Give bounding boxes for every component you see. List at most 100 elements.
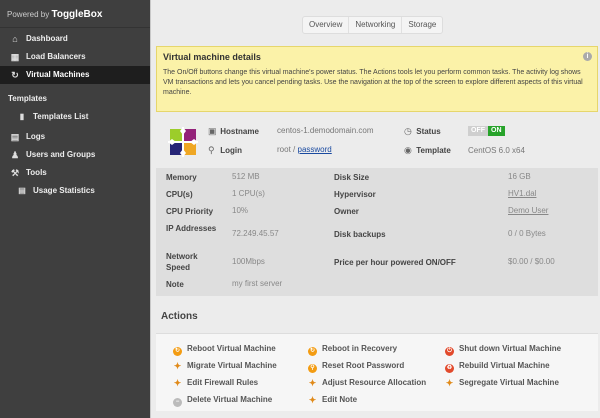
action-label: Delete Virtual Machine <box>187 395 273 404</box>
action-label: Rebuild Virtual Machine <box>459 361 550 370</box>
action-label: Reset Root Password <box>322 361 405 370</box>
disk-backups-label: Disk backups <box>334 230 386 239</box>
migrate-vm-action[interactable]: ✦ Migrate Virtual Machine <box>173 360 277 372</box>
hypervisor-link[interactable]: HV1.dal <box>508 189 536 198</box>
disk-size-label: Disk Size <box>334 173 370 182</box>
hostname-label: Hostname <box>220 127 259 136</box>
note-value: my first server <box>232 279 283 288</box>
hypervisor-label: Hypervisor <box>334 190 376 199</box>
brand: Powered by ToggleBox <box>0 0 150 28</box>
shutdown-vm-action[interactable]: ⏻ Shut down Virtual Machine <box>445 343 562 356</box>
actions-title: Actions <box>161 311 198 322</box>
delete-icon: − <box>173 398 182 407</box>
cpus-label: CPU(s) <box>166 190 193 199</box>
rebuild-vm-action[interactable]: ♻ Rebuild Virtual Machine <box>445 360 550 373</box>
tab-overview[interactable]: Overview <box>303 17 350 33</box>
disc-icon: ◉ <box>404 145 412 155</box>
sidebar-item-users-groups[interactable]: ♟ Users and Groups <box>0 146 150 164</box>
sidebar-item-label: Usage Statistics <box>33 186 95 195</box>
brand-logo-text: ToggleBox <box>51 9 103 20</box>
action-label: Reboot Virtual Machine <box>187 344 276 353</box>
login-label: Login <box>220 146 243 155</box>
action-label: Adjust Resource Allocation <box>322 378 427 387</box>
chart-icon: ▤ <box>18 186 26 195</box>
sidebar-item-templates-list[interactable]: ▮ Templates List <box>0 108 150 126</box>
hostname-value: centos-1.demodomain.com <box>277 126 374 135</box>
power-off-button[interactable]: OFF <box>468 126 488 136</box>
sidebar-item-label: Users and Groups <box>26 150 96 159</box>
reboot-icon: ↻ <box>308 347 317 356</box>
reboot-vm-action[interactable]: ↻ Reboot Virtual Machine <box>173 343 276 356</box>
action-label: Shut down Virtual Machine <box>459 344 562 353</box>
power-toggle[interactable]: OFF ON <box>468 126 505 136</box>
centos-logo <box>168 127 198 157</box>
notice-text: The On/Off buttons change this virtual m… <box>163 69 583 96</box>
login-row: ⚲ Login <box>208 145 242 156</box>
reboot-recovery-action[interactable]: ↻ Reboot in Recovery <box>308 343 398 356</box>
cpu-priority-label: CPU Priority <box>166 207 214 216</box>
adjust-resources-action[interactable]: ✦ Adjust Resource Allocation <box>308 377 426 389</box>
wand-icon: ✦ <box>308 395 317 405</box>
tab-storage[interactable]: Storage <box>402 17 442 33</box>
users-icon: ♟ <box>10 150 20 160</box>
monitor-icon: ▣ <box>208 126 217 136</box>
info-notice: i Virtual machine details The On/Off but… <box>156 46 598 112</box>
sidebar-item-virtual-machines[interactable]: ↻ Virtual Machines <box>0 66 150 84</box>
memory-value: 512 MB <box>232 172 260 181</box>
segregate-vm-action[interactable]: ✦ Segregate Virtual Machine <box>445 377 559 389</box>
template-value: CentOS 6.0 x64 <box>468 146 525 155</box>
cpu-priority-value: 10% <box>232 206 249 215</box>
action-label: Migrate Virtual Machine <box>187 361 277 370</box>
status-row: ◷ Status <box>404 126 441 137</box>
delete-vm-action[interactable]: − Delete Virtual Machine <box>173 394 273 407</box>
reboot-icon: ↻ <box>173 347 182 356</box>
owner-label: Owner <box>334 207 359 216</box>
key-icon: ⚲ <box>208 145 215 155</box>
tab-networking[interactable]: Networking <box>349 17 403 33</box>
key-icon: ⚲ <box>308 364 317 373</box>
price-value: $0.00 / $0.00 <box>508 257 555 266</box>
sidebar-section-templates: Templates <box>8 94 47 103</box>
actions-panel: ↻ Reboot Virtual Machine ↻ Reboot in Recov… <box>156 333 598 411</box>
home-icon: ⌂ <box>12 34 18 44</box>
cpus-value: 1 CPU(s) <box>232 189 265 198</box>
edit-firewall-action[interactable]: ✦ Edit Firewall Rules <box>173 377 258 389</box>
sidebar-item-usage-statistics[interactable]: ▤ Usage Statistics <box>0 182 150 200</box>
rebuild-icon: ♻ <box>445 364 454 373</box>
sidebar-item-tools[interactable]: ⚒ Tools <box>0 164 150 182</box>
disk-backups-value: 0 / 0 Bytes <box>508 229 546 238</box>
sidebar-item-dashboard[interactable]: ⌂ Dashboard <box>0 30 150 48</box>
main-content: Overview Networking Storage i Virtual ma… <box>150 0 600 418</box>
hostname-row: ▣ Hostname <box>208 126 259 137</box>
power-on-button[interactable]: ON <box>488 126 505 136</box>
sidebar-item-logs[interactable]: ▤ Logs <box>0 128 150 146</box>
owner-link[interactable]: Demo User <box>508 206 548 215</box>
wand-icon: ✦ <box>173 361 182 371</box>
note-label: Note <box>166 280 184 289</box>
edit-note-action[interactable]: ✦ Edit Note <box>308 394 357 406</box>
brand-prefix: Powered by <box>7 10 52 19</box>
template-label: Template <box>416 146 451 155</box>
wand-icon: ✦ <box>445 378 454 388</box>
password-link[interactable]: password <box>298 145 332 154</box>
sidebar-item-load-balancers[interactable]: ▦ Load Balancers <box>0 48 150 66</box>
sidebar-item-label: Virtual Machines <box>26 70 90 79</box>
action-label: Edit Note <box>322 395 358 404</box>
action-label: Segregate Virtual Machine <box>459 378 559 387</box>
reset-root-password-action[interactable]: ⚲ Reset Root Password <box>308 360 405 373</box>
wand-icon: ✦ <box>308 378 317 388</box>
login-user: root <box>277 145 291 154</box>
power-icon: ⏻ <box>445 347 454 356</box>
disk-size-value: 16 GB <box>508 172 531 181</box>
info-icon[interactable]: i <box>583 52 592 61</box>
price-label: Price per hour powered ON/OFF <box>334 258 456 267</box>
memory-label: Memory <box>166 173 197 182</box>
template-icon: ▮ <box>19 112 25 121</box>
action-label: Reboot in Recovery <box>322 344 398 353</box>
ip-label: IP Addresses <box>166 224 217 233</box>
login-separator: / <box>293 145 296 154</box>
wand-icon: ✦ <box>173 378 182 388</box>
tools-icon: ⚒ <box>10 168 20 178</box>
ip-value: 72.249.45.57 <box>232 229 279 238</box>
tab-bar: Overview Networking Storage <box>302 16 444 34</box>
